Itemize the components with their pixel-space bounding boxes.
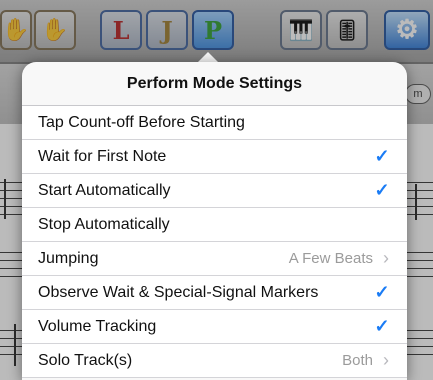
- setting-row-stop-automatically[interactable]: Stop Automatically: [22, 208, 407, 242]
- setting-label: Jumping: [38, 249, 99, 267]
- setting-row-volume-tracking[interactable]: Volume Tracking ✓: [22, 310, 407, 344]
- setting-row-start-automatically[interactable]: Start Automatically ✓: [22, 174, 407, 208]
- settings-list: Tap Count-off Before Starting Wait for F…: [22, 106, 407, 378]
- setting-label: Wait for First Note: [38, 147, 167, 165]
- setting-label: Volume Tracking: [38, 317, 157, 335]
- perform-mode-settings-popover: Perform Mode Settings Tap Count-off Befo…: [22, 62, 407, 380]
- chevron-right-icon: ›: [383, 248, 389, 268]
- chevron-right-icon: ›: [383, 350, 389, 370]
- setting-label: Stop Automatically: [38, 215, 170, 233]
- setting-row-jumping[interactable]: Jumping A Few Beats ›: [22, 242, 407, 276]
- setting-row-solo-tracks[interactable]: Solo Track(s) Both ›: [22, 344, 407, 378]
- setting-row-observe-wait-markers[interactable]: Observe Wait & Special-Signal Markers ✓: [22, 276, 407, 310]
- setting-value: Both: [342, 352, 373, 369]
- checkmark-icon: ✓: [374, 146, 390, 166]
- setting-value: A Few Beats: [288, 250, 373, 267]
- checkmark-icon: ✓: [374, 282, 390, 302]
- setting-row-tap-count-off[interactable]: Tap Count-off Before Starting: [22, 106, 407, 140]
- popover-title: Perform Mode Settings: [22, 62, 407, 106]
- setting-row-wait-for-first-note[interactable]: Wait for First Note ✓: [22, 140, 407, 174]
- setting-label: Tap Count-off Before Starting: [38, 113, 245, 131]
- checkmark-icon: ✓: [374, 316, 390, 336]
- setting-label: Observe Wait & Special-Signal Markers: [38, 283, 319, 301]
- setting-label: Start Automatically: [38, 181, 171, 199]
- setting-label: Solo Track(s): [38, 351, 133, 369]
- checkmark-icon: ✓: [374, 180, 390, 200]
